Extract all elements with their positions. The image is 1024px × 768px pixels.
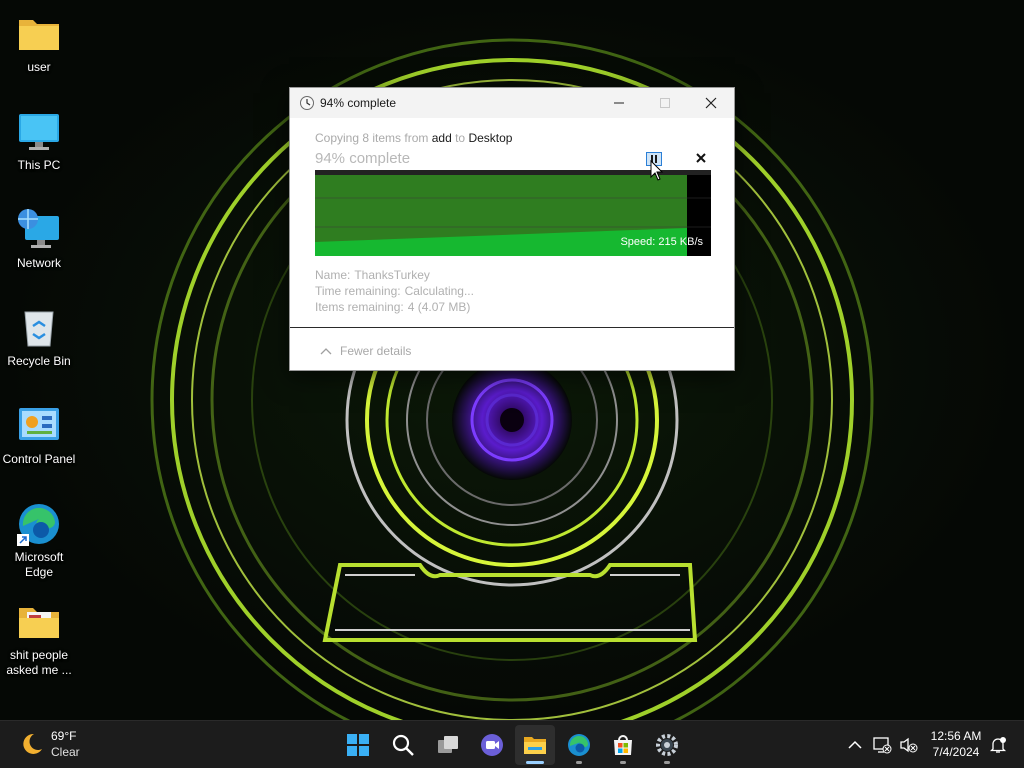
detail-items-remaining: Items remaining: 4 (4.07 MB) <box>315 300 470 314</box>
edge-icon <box>17 504 59 546</box>
percent-complete-text: 94% complete <box>315 150 411 167</box>
maximize-button[interactable] <box>642 88 688 118</box>
detail-items-value: 4 (4.07 MB) <box>407 300 471 314</box>
maximize-icon <box>660 98 670 108</box>
speed-label: Speed: 215 KB/s <box>620 236 703 248</box>
desktop-icon-this-pc[interactable]: This PC <box>0 100 78 173</box>
weather-condition: Clear <box>51 745 80 759</box>
minimize-icon <box>614 102 624 104</box>
desktop-icon-shit-people-asked-me[interactable]: shit people asked me ... <box>0 590 78 678</box>
clock-icon <box>300 96 314 110</box>
transfer-speed-graph: Speed: 215 KB/s <box>315 170 711 256</box>
detail-time-remaining: Time remaining: Calculating... <box>315 284 474 298</box>
notification-icon[interactable] <box>988 735 1008 755</box>
fewer-details-label: Fewer details <box>340 344 412 358</box>
taskbar-file-explorer-button[interactable] <box>515 725 555 765</box>
active-indicator <box>526 761 544 764</box>
detail-time-label: Time remaining: <box>315 284 401 298</box>
folder-icon <box>19 20 59 50</box>
desktop-icon-user[interactable]: user <box>0 2 78 75</box>
copy-summary: Copying 8 items from add to Desktop <box>315 131 512 145</box>
detail-time-value: Calculating... <box>404 284 474 298</box>
taskbar-task-view-button[interactable] <box>428 725 468 765</box>
task-view-icon <box>438 736 458 753</box>
volume-muted-icon[interactable] <box>898 735 918 755</box>
desktop-icon-label: Recycle Bin <box>7 354 71 368</box>
weather-temperature: 69°F <box>51 729 77 743</box>
recycle-bin-icon <box>24 311 54 347</box>
desktop-icon-label: user <box>27 60 51 74</box>
taskbar-start-button[interactable] <box>338 725 378 765</box>
taskbar: 69°F Clear 12:56 AM 7/4/2024 <box>0 720 1024 768</box>
moon-icon <box>23 733 42 754</box>
running-indicator <box>664 761 670 764</box>
meet-icon <box>481 734 503 756</box>
control-panel-icon <box>19 408 59 440</box>
network-disconnected-icon[interactable] <box>872 735 892 755</box>
cancel-copy-button[interactable] <box>694 151 708 165</box>
file-explorer-icon <box>524 737 546 754</box>
taskbar-settings-button[interactable] <box>647 725 687 765</box>
detail-name-label: Name: <box>315 268 351 282</box>
taskbar-meet-button[interactable] <box>472 725 512 765</box>
desktop-icon-control-panel[interactable]: Control Panel <box>0 394 78 467</box>
search-icon <box>392 734 414 756</box>
desktop-icon-label: shit people asked me ... <box>6 648 72 677</box>
folder-icon <box>19 608 59 638</box>
running-indicator <box>620 761 626 764</box>
detail-name-value: ThanksTurkey <box>354 268 430 282</box>
running-indicator <box>576 761 582 764</box>
desktop-icon-network[interactable]: Network <box>0 198 78 271</box>
store-icon <box>614 735 632 755</box>
chevron-up-icon <box>320 348 332 355</box>
edge-icon <box>568 734 590 756</box>
desktop-icon-microsoft-edge[interactable]: Microsoft Edge <box>0 492 78 580</box>
taskbar-search-button[interactable] <box>383 725 423 765</box>
desktop-icon-recycle-bin[interactable]: Recycle Bin <box>0 296 78 369</box>
settings-icon <box>656 734 678 756</box>
close-icon <box>705 97 717 109</box>
desktop-icon-label: Microsoft Edge <box>14 550 64 579</box>
detail-items-label: Items remaining: <box>315 300 404 314</box>
dialog-title: 94% complete <box>320 96 397 110</box>
taskbar-edge-button[interactable] <box>559 725 599 765</box>
destination-folder-link[interactable]: Desktop <box>468 131 512 145</box>
monitor-icon <box>19 114 59 150</box>
detail-name: Name: ThanksTurkey <box>315 268 430 282</box>
clock-time[interactable]: 12:56 AM <box>924 729 988 743</box>
copy-to-text: to <box>455 131 466 145</box>
network-icon <box>18 209 59 248</box>
dialog-divider <box>290 327 734 328</box>
desktop-icon-label: Control Panel <box>2 452 76 466</box>
fewer-details-button[interactable]: Fewer details <box>320 344 411 358</box>
chevron-up-icon[interactable] <box>845 735 865 755</box>
start-icon <box>347 734 369 756</box>
clock-date[interactable]: 7/4/2024 <box>924 745 988 759</box>
source-folder-link[interactable]: add <box>432 131 452 145</box>
close-button[interactable] <box>688 88 734 118</box>
dialog-titlebar[interactable]: 94% complete <box>290 88 734 118</box>
desktop-icon-label: Network <box>16 256 61 270</box>
minimize-button[interactable] <box>596 88 642 118</box>
desktop-icon-label: This PC <box>17 158 61 172</box>
mouse-cursor-icon <box>650 160 664 181</box>
copy-prefix: Copying 8 items from <box>315 131 429 145</box>
file-copy-dialog: 94% complete Copying 8 items from add to… <box>289 87 735 371</box>
taskbar-store-button[interactable] <box>603 725 643 765</box>
